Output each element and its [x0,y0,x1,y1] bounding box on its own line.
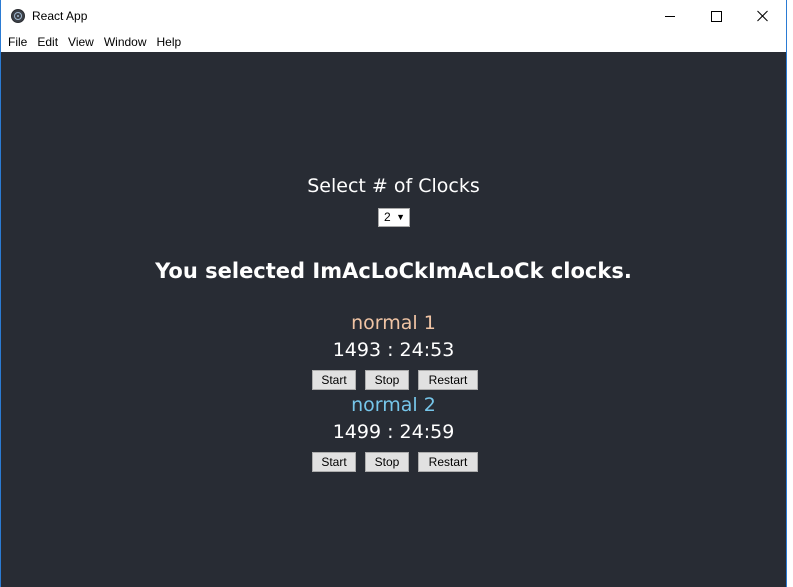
close-button[interactable] [740,0,786,32]
maximize-icon [711,11,722,22]
close-icon [757,10,768,22]
menu-file[interactable]: File [4,32,31,52]
dropdown-arrow-icon: ▼ [396,212,405,222]
menu-bar: File Edit View Window Help [1,32,786,52]
clock-2-name: normal 2 [351,394,436,416]
clock-2-time: 1499 : 24:59 [332,421,455,443]
electron-app-icon [11,9,25,23]
window-title: React App [32,9,88,23]
select-clocks-heading: Select # of Clocks [307,175,480,197]
clock-2-start-button[interactable]: Start [312,452,356,472]
clock-count-value: 2 [384,210,391,224]
clock-1-controls: Start Stop Restart [1,370,786,390]
selected-message: You selected ImAcLoCkImAcLoCk clocks. [155,259,632,283]
minimize-button[interactable] [648,0,694,32]
clock-2-stop-button[interactable]: Stop [365,452,409,472]
clock-1-name: normal 1 [351,312,436,334]
menu-window[interactable]: Window [100,32,151,52]
clock-count-select[interactable]: 2 ▼ [378,208,410,227]
menu-help[interactable]: Help [153,32,186,52]
minimize-icon [665,16,675,17]
maximize-button[interactable] [694,0,740,32]
clock-2-restart-button[interactable]: Restart [418,452,478,472]
clock-1-restart-button[interactable]: Restart [418,370,478,390]
clock-2-controls: Start Stop Restart [1,452,786,472]
menu-edit[interactable]: Edit [33,32,62,52]
clock-1-stop-button[interactable]: Stop [365,370,409,390]
title-bar[interactable]: React App [1,0,786,32]
app-content: Select # of Clocks 2 ▼ You selected ImAc… [1,52,786,587]
menu-view[interactable]: View [64,32,98,52]
clock-1-start-button[interactable]: Start [312,370,356,390]
app-window: React App File Edit View Window Help Sel… [0,0,787,587]
clock-1-time: 1493 : 24:53 [332,339,455,361]
